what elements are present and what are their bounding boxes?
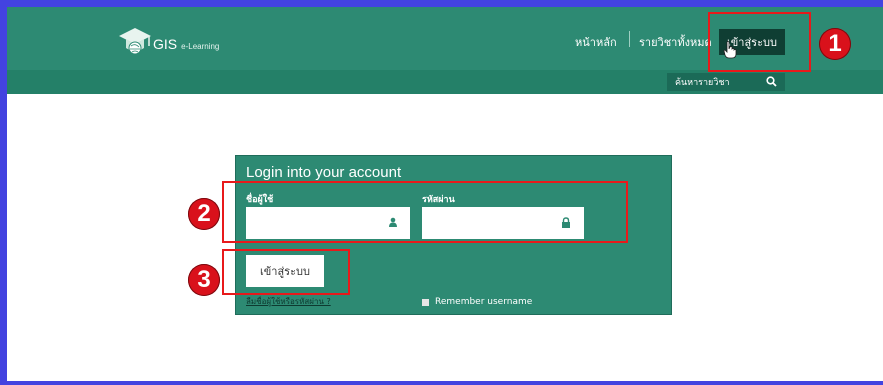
highlight-box-step1 (708, 12, 811, 72)
search-input[interactable]: ค้นหารายวิชา (667, 73, 785, 91)
step-badge-2: 2 (188, 198, 220, 230)
step-badge-1: 1 (819, 28, 851, 60)
site-logo[interactable]: GIS e-Learning (117, 24, 247, 58)
step-badge-3: 3 (188, 264, 220, 296)
checkbox-icon[interactable] (422, 298, 429, 306)
highlight-box-step2 (222, 181, 628, 243)
remember-username-label: Remember username (435, 297, 533, 307)
highlight-box-step3 (222, 249, 350, 295)
nav-divider (629, 31, 630, 47)
nav-home-link[interactable]: หน้าหลัก (575, 33, 617, 53)
forgot-password-link[interactable]: ลืมชื่อผู้ใช้หรือรหัสผ่าน ? (246, 295, 331, 308)
login-panel-title: Login into your account (246, 164, 402, 181)
page-canvas: GIS e-Learning หน้าหลัก รายวิชาทั้งหมด เข… (7, 7, 883, 381)
search-icon[interactable] (766, 76, 777, 87)
logo-text: GIS e-Learning (153, 36, 219, 52)
nav-all-courses-link[interactable]: รายวิชาทั้งหมด (639, 33, 712, 53)
logo-subtitle: e-Learning (181, 42, 220, 51)
graduation-cap-icon (119, 28, 151, 55)
remember-username-checkbox[interactable]: Remember username (422, 297, 532, 307)
logo-title: GIS (153, 36, 178, 52)
